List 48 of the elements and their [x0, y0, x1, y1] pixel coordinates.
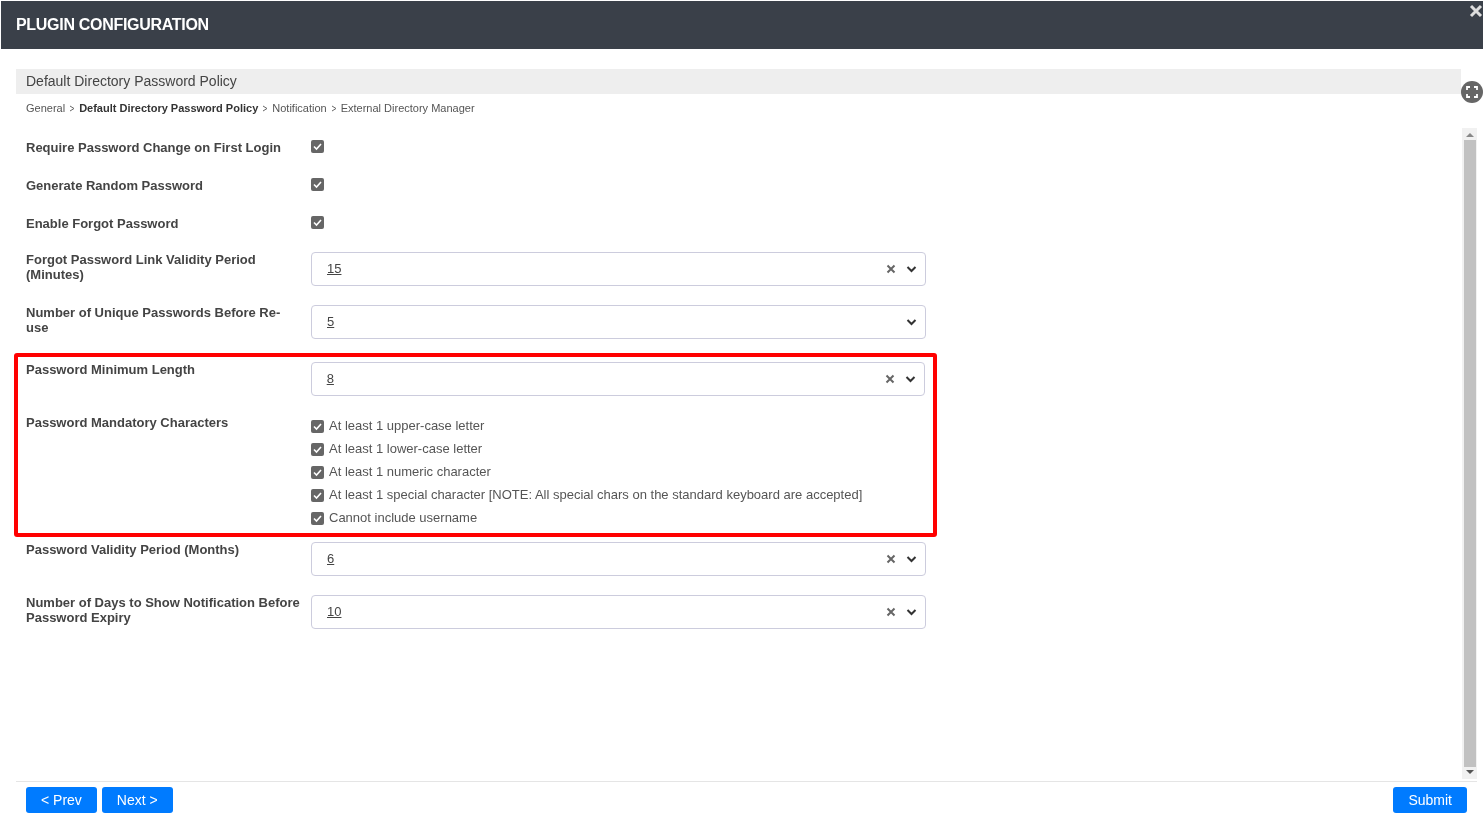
field-label: Enable Forgot Password: [26, 215, 180, 231]
option-label: Cannot include username: [329, 509, 478, 528]
chevron-down-icon[interactable]: [906, 317, 917, 326]
scrollbar[interactable]: [1462, 127, 1477, 779]
breadcrumb-link[interactable]: External Directory Manager: [340, 100, 475, 117]
field-label: Generate Random Password: [26, 177, 204, 193]
select-field[interactable]: 15: [311, 251, 926, 286]
fullscreen-icon[interactable]: [1461, 81, 1483, 103]
select-field[interactable]: 5: [311, 304, 926, 339]
field-label: Password Mandatory Characters: [26, 414, 230, 432]
checkbox[interactable]: [311, 215, 324, 229]
field-label: Password Minimum Length: [26, 361, 196, 379]
field-label: Number of Unique Passwords Before Re-use: [26, 304, 282, 337]
checkbox[interactable]: [311, 419, 324, 433]
checkbox[interactable]: [311, 177, 324, 191]
chevron-down-icon[interactable]: [906, 607, 917, 616]
option-label: At least 1 upper-case letter: [329, 417, 485, 436]
breadcrumb-link[interactable]: General: [26, 100, 66, 117]
field-label: Password Validity Period (Months): [26, 541, 241, 559]
clear-icon[interactable]: [885, 373, 895, 384]
field-label: Number of Days to Show Notification Before Password Expiry: [26, 594, 301, 627]
option-label: At least 1 numeric character: [329, 463, 491, 482]
chevron-down-icon[interactable]: [905, 374, 916, 383]
submit-button[interactable]: Submit: [1393, 786, 1467, 813]
select-field[interactable]: 10: [311, 594, 926, 629]
checkbox[interactable]: [311, 511, 324, 525]
select-field[interactable]: 8: [310, 361, 925, 396]
breadcrumb-link[interactable]: Notification: [272, 100, 327, 117]
checkbox[interactable]: [311, 139, 324, 153]
chevron-down-icon[interactable]: [906, 264, 917, 273]
clear-icon[interactable]: [886, 263, 896, 274]
clear-icon[interactable]: [886, 606, 896, 617]
window-title: PLUGIN CONFIGURATION: [16, 15, 209, 35]
clear-icon[interactable]: [886, 553, 896, 564]
chevron-down-icon[interactable]: [906, 554, 917, 563]
checkbox[interactable]: [311, 488, 324, 502]
option-label: At least 1 special character [NOTE: All special chars on the standard keyboard are accepted]: [329, 486, 863, 505]
section-header: Default Directory Password Policy: [16, 69, 1461, 94]
field-label: Require Password Change on First Login: [26, 139, 282, 155]
select-field[interactable]: 6: [311, 541, 926, 576]
option-label: At least 1 lower-case letter: [329, 440, 483, 459]
breadcrumb-link[interactable]: Default Directory Password Policy: [79, 100, 259, 117]
checkbox[interactable]: [311, 442, 324, 456]
checkbox[interactable]: [311, 465, 324, 479]
field-label: Forgot Password Link Validity Period (Minutes): [26, 251, 257, 284]
next-button[interactable]: Next >: [101, 786, 173, 813]
prev-button[interactable]: < Prev: [26, 786, 97, 813]
close-icon[interactable]: [1469, 4, 1483, 18]
